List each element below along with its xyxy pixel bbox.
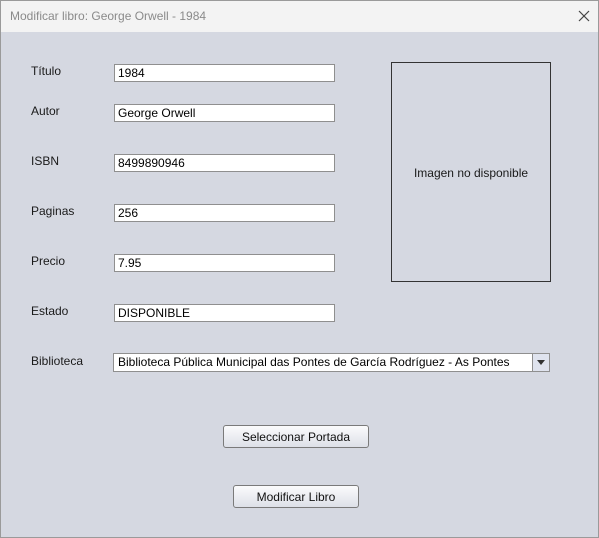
isbn-field[interactable]: 8499890946 xyxy=(114,154,335,172)
title-bar: Modificar libro: George Orwell - 1984 xyxy=(1,1,598,32)
precio-field[interactable]: 7.95 xyxy=(114,254,335,272)
cover-placeholder-text: Imagen no disponible xyxy=(413,166,529,180)
close-button[interactable] xyxy=(572,4,596,28)
estado-label: Estado xyxy=(31,304,69,318)
titulo-label: Título xyxy=(31,64,62,78)
window-title: Modificar libro: George Orwell - 1984 xyxy=(10,9,207,23)
isbn-label: ISBN xyxy=(31,154,60,168)
close-icon xyxy=(578,10,590,22)
select-cover-button[interactable]: Seleccionar Portada xyxy=(223,425,369,448)
modify-book-button[interactable]: Modificar Libro xyxy=(233,485,359,508)
precio-label: Precio xyxy=(31,254,66,268)
biblioteca-selected-value: Biblioteca Pública Municipal das Pontes … xyxy=(118,355,510,369)
biblioteca-select[interactable]: Biblioteca Pública Municipal das Pontes … xyxy=(113,353,550,372)
chevron-down-icon xyxy=(537,360,545,365)
estado-field[interactable]: DISPONIBLE xyxy=(114,304,335,322)
autor-field[interactable]: George Orwell xyxy=(114,104,335,122)
dropdown-button[interactable] xyxy=(532,354,549,371)
biblioteca-label: Biblioteca xyxy=(31,354,84,368)
titulo-field[interactable]: 1984 xyxy=(114,64,335,82)
autor-label: Autor xyxy=(31,104,60,118)
dialog-window: Modificar libro: George Orwell - 1984 Tí… xyxy=(0,0,599,538)
paginas-field[interactable]: 256 xyxy=(114,204,335,222)
form-panel: Título 1984 Autor George Orwell ISBN 849… xyxy=(1,32,598,537)
paginas-label: Paginas xyxy=(31,204,75,218)
cover-image-box: Imagen no disponible xyxy=(391,62,551,282)
